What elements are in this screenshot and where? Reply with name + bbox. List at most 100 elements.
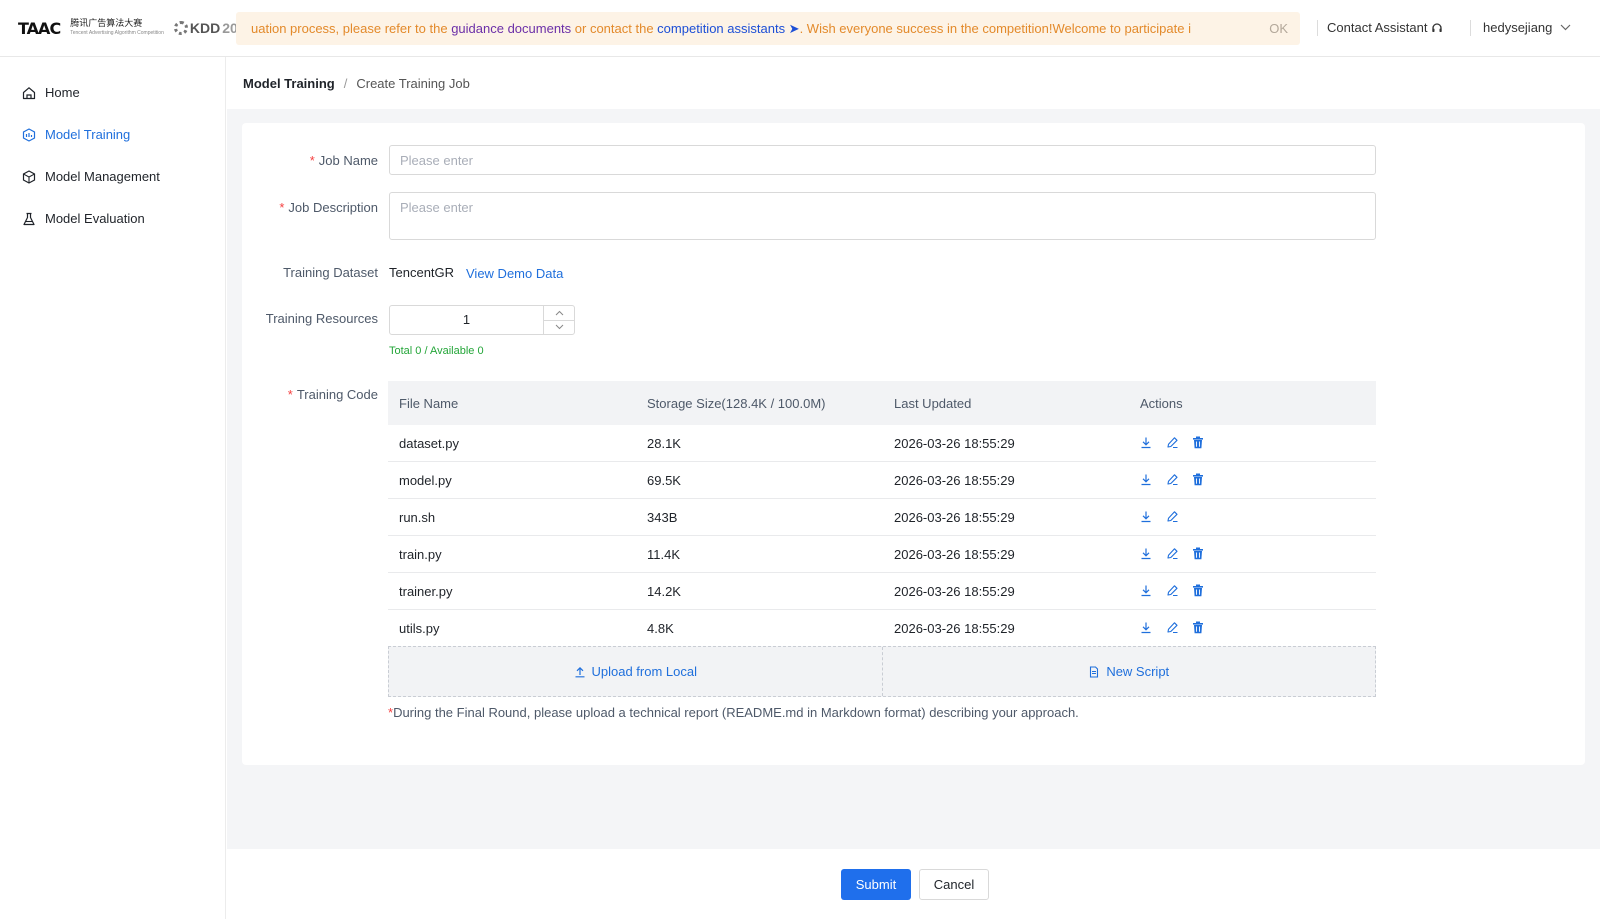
actions-cell xyxy=(1130,510,1376,524)
breadcrumb-current: Create Training Job xyxy=(356,76,470,91)
table-row: train.py 11.4K 2026-03-26 18:55:29 xyxy=(388,536,1376,573)
delete-icon[interactable] xyxy=(1192,621,1206,635)
download-icon[interactable] xyxy=(1140,510,1154,524)
file-size-cell: 14.2K xyxy=(647,583,681,599)
file-size-cell: 4.8K xyxy=(647,620,674,636)
breadcrumb: Model Training / Create Training Job xyxy=(243,76,470,91)
contact-assistant-button[interactable]: Contact Assistant xyxy=(1327,20,1443,35)
edit-icon[interactable] xyxy=(1166,547,1180,561)
sidebar-item-model-management[interactable]: Model Management xyxy=(22,169,160,184)
file-name-cell: train.py xyxy=(399,546,442,562)
delete-icon[interactable] xyxy=(1192,584,1206,598)
training-code-label: * Training Code xyxy=(242,387,378,402)
breadcrumb-separator: / xyxy=(343,76,348,91)
sidebar-item-home[interactable]: Home xyxy=(22,85,80,100)
notice-text: uation process, please refer to the guid… xyxy=(251,21,1191,37)
training-dataset-label: Training Dataset xyxy=(283,265,378,280)
logo-cn-subtitle: Tencent Advertising Algorithm Competitio… xyxy=(70,30,164,36)
decrement-button[interactable] xyxy=(544,321,574,335)
download-icon[interactable] xyxy=(1140,584,1154,598)
upload-from-local-button[interactable]: Upload from Local xyxy=(389,647,883,696)
breadcrumb-parent[interactable]: Model Training xyxy=(243,76,335,91)
last-updated-cell: 2026-03-26 18:55:29 xyxy=(894,509,1015,525)
form-footer: Submit Cancel xyxy=(227,849,1600,919)
training-code-label-text: Training Code xyxy=(296,387,378,402)
last-updated-cell: 2026-03-26 18:55:29 xyxy=(894,583,1015,599)
logo-cn-title: 腾讯广告算法大赛 xyxy=(70,18,143,28)
required-marker: * xyxy=(287,387,293,402)
column-header-actions: Actions xyxy=(1140,395,1183,411)
file-name-cell: trainer.py xyxy=(399,583,453,599)
file-name-cell: run.sh xyxy=(399,509,436,525)
download-icon[interactable] xyxy=(1140,621,1154,635)
download-icon[interactable] xyxy=(1140,436,1154,450)
file-size-cell: 28.1K xyxy=(647,435,681,451)
actions-cell xyxy=(1130,547,1376,561)
file-size-cell: 343B xyxy=(647,509,678,525)
upload-icon xyxy=(574,666,586,678)
increment-button[interactable] xyxy=(544,306,574,321)
notice-banner: uation process, please refer to the guid… xyxy=(236,12,1300,45)
edit-icon[interactable] xyxy=(1166,621,1180,635)
submit-button[interactable]: Submit xyxy=(841,869,911,900)
job-description-label-text: Job Description xyxy=(288,200,378,215)
view-demo-data-link[interactable]: View Demo Data xyxy=(466,266,563,281)
training-dataset-value: TencentGR xyxy=(389,265,455,280)
logo[interactable]: TAAC 腾讯广告算法大赛 Tencent Advertising Algori… xyxy=(18,18,253,38)
upload-label: Upload from Local xyxy=(591,664,698,679)
sidebar-item-label: Model Evaluation xyxy=(45,211,145,226)
cancel-button[interactable]: Cancel xyxy=(919,869,989,900)
header-divider xyxy=(1470,20,1471,36)
actions-cell xyxy=(1130,621,1376,635)
training-resources-value[interactable]: 1 xyxy=(390,306,543,334)
resources-availability: Total 0 / Available 0 xyxy=(389,345,484,357)
new-script-button[interactable]: New Script xyxy=(883,647,1376,696)
delete-icon[interactable] xyxy=(1192,473,1206,487)
sidebar-item-model-training[interactable]: Model Training xyxy=(22,127,130,142)
download-icon[interactable] xyxy=(1140,473,1154,487)
competition-assistants-link[interactable]: competition assistants ➤ xyxy=(657,21,799,36)
table-row: utils.py 4.8K 2026-03-26 18:55:29 xyxy=(388,610,1376,647)
notice-ok-button[interactable]: OK xyxy=(1255,21,1288,36)
user-menu[interactable]: hedysejiang xyxy=(1483,20,1571,35)
table-row: run.sh 343B 2026-03-26 18:55:29 xyxy=(388,499,1376,536)
last-updated-cell: 2026-03-26 18:55:29 xyxy=(894,546,1015,562)
sidebar-item-label: Home xyxy=(45,85,80,100)
notice-part3: . Wish everyone success in the competiti… xyxy=(799,21,1191,36)
column-header-last-updated: Last Updated xyxy=(894,395,972,411)
delete-icon[interactable] xyxy=(1192,547,1206,561)
page-header: Model Training / Create Training Job xyxy=(227,57,1600,109)
file-icon xyxy=(1088,665,1100,678)
flask-icon xyxy=(22,212,36,226)
edit-icon[interactable] xyxy=(1166,436,1180,450)
chevron-up-icon xyxy=(555,310,563,316)
readme-note: *During the Final Round, please upload a… xyxy=(388,705,1079,720)
delete-icon[interactable] xyxy=(1192,436,1206,450)
edit-icon[interactable] xyxy=(1166,584,1180,598)
column-header-file-name: File Name xyxy=(399,395,459,411)
training-resources-label: Training Resources xyxy=(265,311,378,326)
download-icon[interactable] xyxy=(1140,547,1154,561)
guidance-documents-link[interactable]: guidance documents xyxy=(451,21,571,36)
new-script-label: New Script xyxy=(1106,664,1170,679)
file-size-cell: 69.5K xyxy=(647,472,681,488)
job-name-label-text: Job Name xyxy=(318,153,378,168)
contact-assistant-label: Contact Assistant xyxy=(1327,20,1428,35)
sidebar-item-label: Model Management xyxy=(45,169,160,184)
job-name-input[interactable] xyxy=(389,145,1376,175)
gear-icon xyxy=(173,21,188,35)
edit-icon[interactable] xyxy=(1166,473,1180,487)
last-updated-cell: 2026-03-26 18:55:29 xyxy=(894,472,1015,488)
actions-cell xyxy=(1130,473,1376,487)
table-row: trainer.py 14.2K 2026-03-26 18:55:29 xyxy=(388,573,1376,610)
edit-icon[interactable] xyxy=(1166,510,1180,524)
column-header-storage-size: Storage Size(128.4K / 100.0M) xyxy=(647,395,826,411)
actions-cell xyxy=(1130,584,1376,598)
job-description-textarea[interactable] xyxy=(389,192,1376,240)
actions-cell xyxy=(1130,436,1376,450)
sidebar-item-model-evaluation[interactable]: Model Evaluation xyxy=(22,211,145,226)
table-row: model.py 69.5K 2026-03-26 18:55:29 xyxy=(388,462,1376,499)
table-header: File Name Storage Size(128.4K / 100.0M) … xyxy=(388,381,1376,425)
training-resources-stepper[interactable]: 1 xyxy=(389,305,575,335)
kdd-text: KDD xyxy=(189,20,221,36)
